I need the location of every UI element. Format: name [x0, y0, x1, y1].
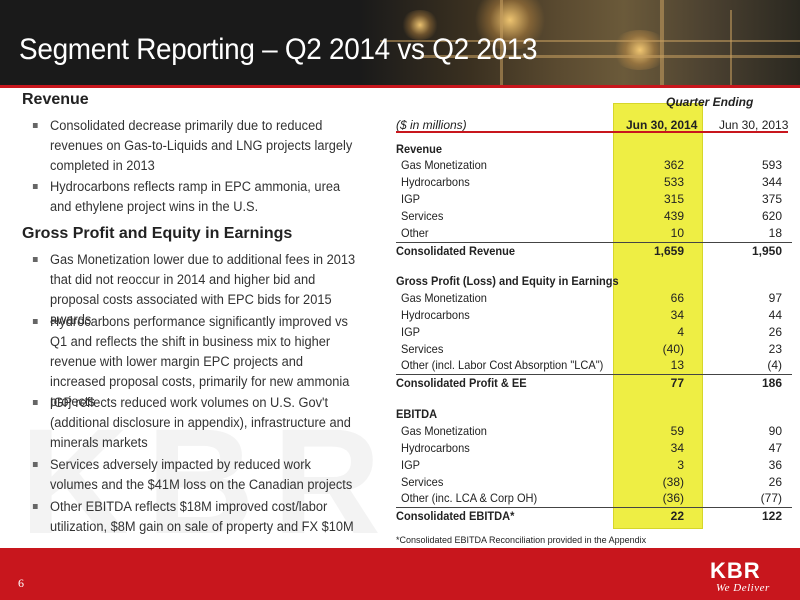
value-2013: 593: [761, 158, 782, 172]
value-2013: 620: [761, 209, 782, 223]
table-row: Other (inc. LCA & Corp OH) (36) (77): [396, 491, 792, 507]
value-2013: (4): [767, 358, 782, 372]
value-2014: 13: [670, 358, 684, 372]
value-2013: 97: [768, 291, 782, 305]
row-label: Services: [401, 342, 444, 356]
table-row: Services (38) 26: [396, 475, 792, 491]
value-2014: (36): [662, 491, 684, 505]
table-footnote: *Consolidated EBITDA Reconciliation prov…: [396, 535, 647, 545]
value-2013: 44: [768, 308, 782, 322]
revenue-bullet: Hydrocarbons reflects ramp in EPC ammoni…: [32, 177, 359, 217]
footer-bar: [0, 548, 800, 600]
total-2014: 22: [670, 509, 684, 523]
row-label: Other (incl. Labor Cost Absorption "LCA"…: [401, 358, 604, 372]
row-label: Gas Monetization: [401, 158, 487, 172]
total-row: Consolidated Revenue 1,659 1,950: [396, 242, 792, 260]
value-2013: 344: [761, 175, 782, 189]
total-2013: 1,950: [751, 244, 782, 258]
table-row: Other 10 18: [396, 226, 792, 242]
header-banner: Segment Reporting – Q2 2014 vs Q2 2013: [0, 0, 800, 85]
table-row: Gas Monetization 362 593: [396, 158, 792, 174]
logo-tagline: We Deliver: [716, 582, 770, 594]
row-label: IGP: [401, 458, 421, 472]
table-row: IGP 4 26: [396, 325, 792, 341]
row-label: Hydrocarbons: [401, 441, 470, 455]
row-label: Other: [401, 226, 429, 240]
table-row: Hydrocarbons 533 344: [396, 175, 792, 191]
section-title: Revenue: [396, 142, 443, 156]
total-label: Consolidated EBITDA*: [396, 509, 515, 523]
table-header-rule: [396, 131, 788, 133]
col-header-2013: Jun 30, 2013: [719, 118, 789, 132]
units-label: ($ in millions): [396, 118, 467, 132]
table-row: IGP 315 375: [396, 192, 792, 208]
total-label: Consolidated Profit & EE: [396, 376, 527, 390]
section-title: Gross Profit (Loss) and Equity in Earnin…: [396, 274, 619, 288]
gross-profit-bullet: Other EBITDA reflects $18M improved cost…: [32, 497, 359, 537]
table-row: Hydrocarbons 34 47: [396, 441, 792, 457]
quarter-ending-label: Quarter Ending: [666, 95, 754, 109]
value-2013: 47: [768, 441, 782, 455]
gross-profit-bullet: Services adversely impacted by reduced w…: [32, 455, 359, 495]
value-2014: 533: [663, 175, 684, 189]
value-2014: 10: [670, 226, 684, 240]
table-row: Gas Monetization 59 90: [396, 424, 792, 440]
value-2014: 362: [663, 158, 684, 172]
total-2013: 122: [761, 509, 782, 523]
total-2014: 77: [670, 376, 684, 390]
row-label: Other (inc. LCA & Corp OH): [401, 491, 538, 505]
section-title: EBITDA: [396, 407, 438, 421]
value-2013: (77): [760, 491, 782, 505]
total-row: Consolidated EBITDA* 22 122: [396, 507, 792, 525]
section-title-row: Revenue: [396, 142, 792, 158]
gross-profit-bullet: IGP reflects reduced work volumes on U.S…: [32, 393, 359, 453]
table-row: IGP 3 36: [396, 458, 792, 474]
table-row: Gas Monetization 66 97: [396, 291, 792, 307]
table-row: Hydrocarbons 34 44: [396, 308, 792, 324]
row-label: Hydrocarbons: [401, 175, 470, 189]
value-2014: 315: [663, 192, 684, 206]
value-2013: 36: [768, 458, 782, 472]
value-2013: 26: [768, 475, 782, 489]
row-label: Services: [401, 475, 444, 489]
table-row: Other (incl. Labor Cost Absorption "LCA"…: [396, 358, 792, 374]
header-divider: [0, 85, 800, 88]
page-number: 6: [18, 576, 24, 590]
gross-profit-heading: Gross Profit and Equity in Earnings: [22, 225, 293, 242]
value-2013: 90: [768, 424, 782, 438]
total-row: Consolidated Profit & EE 77 186: [396, 374, 792, 392]
table-row: Services 439 620: [396, 209, 792, 225]
table-row: Services (40) 23: [396, 342, 792, 358]
section-title-row: EBITDA: [396, 407, 792, 423]
section-title-row: Gross Profit (Loss) and Equity in Earnin…: [396, 274, 792, 290]
row-label: Hydrocarbons: [401, 308, 470, 322]
total-2014: 1,659: [653, 244, 684, 258]
col-header-2014: Jun 30, 2014: [626, 118, 698, 132]
value-2014: 3: [677, 458, 684, 472]
row-label: IGP: [401, 325, 421, 339]
total-2013: 186: [761, 376, 782, 390]
value-2013: 23: [768, 342, 782, 356]
value-2014: 4: [677, 325, 684, 339]
value-2014: 59: [670, 424, 684, 438]
row-label: Gas Monetization: [401, 291, 487, 305]
total-label: Consolidated Revenue: [396, 244, 516, 258]
revenue-heading: Revenue: [22, 91, 89, 108]
value-2014: (38): [662, 475, 684, 489]
row-label: Services: [401, 209, 444, 223]
value-2014: (40): [662, 342, 684, 356]
value-2014: 34: [670, 441, 684, 455]
value-2013: 375: [761, 192, 782, 206]
revenue-bullet: Consolidated decrease primarily due to r…: [32, 116, 359, 176]
row-label: Gas Monetization: [401, 424, 487, 438]
value-2014: 34: [670, 308, 684, 322]
kbr-logo: KBR: [710, 558, 761, 583]
value-2013: 26: [768, 325, 782, 339]
row-label: IGP: [401, 192, 421, 206]
value-2014: 66: [670, 291, 684, 305]
page-title: Segment Reporting – Q2 2014 vs Q2 2013: [19, 33, 538, 66]
value-2013: 18: [768, 226, 782, 240]
value-2014: 439: [663, 209, 684, 223]
